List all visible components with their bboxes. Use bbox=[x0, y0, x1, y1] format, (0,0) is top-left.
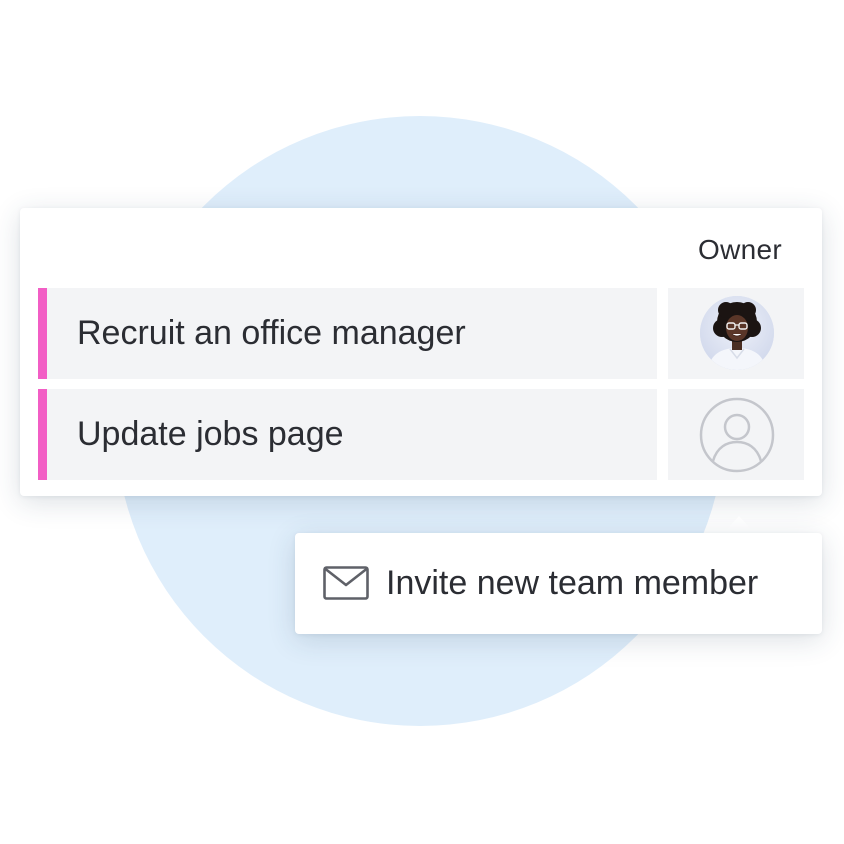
mail-icon bbox=[323, 566, 369, 600]
task-name[interactable]: Recruit an office manager bbox=[77, 288, 466, 379]
owner-column-header: Owner bbox=[698, 234, 782, 265]
task-name-cell[interactable]: Update jobs page bbox=[38, 389, 657, 480]
task-accent-bar bbox=[38, 288, 47, 379]
page: Owner Recruit an office manager Update j… bbox=[0, 0, 844, 844]
user-avatar-photo bbox=[700, 296, 774, 370]
owner-cell[interactable] bbox=[668, 389, 804, 480]
task-row[interactable]: Recruit an office manager bbox=[38, 288, 804, 379]
task-name[interactable]: Update jobs page bbox=[77, 389, 344, 480]
owner-avatar[interactable] bbox=[700, 296, 774, 370]
task-name-cell[interactable]: Recruit an office manager bbox=[38, 288, 657, 379]
task-table-card: Owner Recruit an office manager Update j… bbox=[20, 208, 822, 496]
tooltip-arrow bbox=[722, 516, 756, 534]
owner-cell[interactable] bbox=[668, 288, 804, 379]
invite-team-member-button[interactable]: Invite new team member bbox=[295, 533, 822, 634]
task-accent-bar bbox=[38, 389, 47, 480]
task-row[interactable]: Update jobs page bbox=[38, 389, 804, 480]
unassigned-user-icon[interactable] bbox=[699, 397, 775, 473]
invite-team-member-label: Invite new team member bbox=[386, 564, 759, 602]
